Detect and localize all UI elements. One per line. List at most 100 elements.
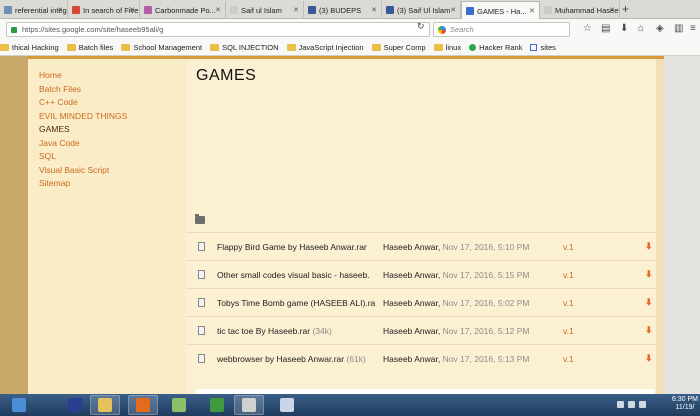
sidebar-nav-link[interactable]: SQL: [39, 150, 186, 164]
browser-tab[interactable]: Carbonmade Po... ✕: [140, 1, 226, 19]
file-size: (34k): [312, 325, 332, 336]
bookmark-item[interactable]: Super Comp: [371, 43, 426, 52]
tray-flag-icon[interactable]: [617, 401, 624, 408]
tab-strip: referential integ... ✕ In search of Five..…: [0, 0, 700, 20]
file-icon: [198, 354, 205, 363]
close-tab-icon[interactable]: ✕: [57, 6, 63, 14]
search-placeholder: Search: [450, 25, 474, 34]
firefox-icon: [136, 398, 150, 412]
taskbar-app-button[interactable]: [128, 395, 158, 415]
taskbar-app-button[interactable]: [272, 395, 302, 415]
sidebar-nav-link[interactable]: Batch Files: [39, 83, 186, 97]
bookmark-item[interactable]: linux: [433, 43, 461, 52]
menu-icon[interactable]: ≡: [690, 24, 696, 34]
address-bar[interactable]: https://sites.google.com/site/haseeb95al…: [6, 22, 430, 37]
sidebar-nav-link[interactable]: Java Code: [39, 137, 186, 151]
tray-volume-icon[interactable]: [639, 401, 646, 408]
file-icon: [198, 242, 205, 251]
browser-tab[interactable]: GAMES - Ha... ✕: [461, 1, 540, 20]
tab-favicon-icon: [308, 6, 316, 14]
bookmark-label: thical Hacking: [12, 43, 59, 52]
reading-list-icon[interactable]: ▤: [601, 24, 610, 34]
download-arrow-icon[interactable]: ⬇: [645, 353, 653, 364]
file-version-link[interactable]: v.1: [563, 242, 574, 252]
close-tab-icon[interactable]: ✕: [450, 6, 456, 14]
clock-date: 11/19/: [675, 404, 695, 411]
file-name[interactable]: tic tac toe By Haseeb.rar: [217, 326, 310, 336]
bookmark-label: School Management: [133, 43, 203, 52]
sidebar-nav-link[interactable]: C++ Code: [39, 96, 186, 110]
download-arrow-icon[interactable]: ⬇: [645, 297, 653, 308]
new-tab-button[interactable]: +: [622, 2, 629, 16]
taskbar-app-button[interactable]: [90, 395, 120, 415]
pocket-icon[interactable]: ◈: [656, 24, 664, 34]
tab-favicon-icon: [230, 6, 238, 14]
bookmarks-toolbar: thical Hacking Batch files School Manageme…: [0, 40, 700, 56]
file-version-link[interactable]: v.1: [563, 298, 574, 308]
download-arrow-icon[interactable]: ⬇: [645, 325, 653, 336]
bookmark-item[interactable]: thical Hacking: [0, 43, 59, 52]
sidebar-nav-link[interactable]: Visual Basic Script: [39, 164, 186, 178]
file-version-link[interactable]: v.1: [563, 270, 574, 280]
taskbar-app-button[interactable]: [164, 395, 194, 415]
file-link[interactable]: webbrowser by Haseeb Anwar.rar (61k): [217, 354, 383, 364]
library-icon[interactable]: ▥: [674, 24, 683, 34]
taskbar-clock[interactable]: 6:30 PM 11/19/: [672, 396, 698, 412]
bookmark-label: Hacker Rank: [479, 43, 523, 52]
file-name[interactable]: webbrowser by Haseeb Anwar.rar: [217, 354, 344, 364]
bookmark-item[interactable]: Hacker Rank: [469, 43, 522, 52]
lock-icon: [11, 26, 17, 33]
browser-tab[interactable]: referential integ... ✕: [0, 1, 68, 19]
sidebar-nav-link[interactable]: Sitemap: [39, 177, 186, 191]
home-icon[interactable]: ⌂: [638, 24, 644, 34]
file-link[interactable]: tic tac toe By Haseeb.rar (34k): [217, 326, 383, 336]
tray-network-icon[interactable]: [628, 401, 635, 408]
taskbar-app-button[interactable]: [202, 395, 232, 415]
file-name[interactable]: Other small codes visual basic - haseeb.: [217, 270, 370, 280]
bookmark-label: sites: [540, 43, 556, 52]
file-date: Nov 17, 2016, 5:15 PM: [442, 269, 530, 280]
taskbar-app-button[interactable]: [60, 395, 90, 415]
browser-tab[interactable]: In search of Five... ✕: [68, 1, 140, 19]
file-link[interactable]: Flappy Bird Game by Haseeb Anwar.rar: [217, 242, 383, 252]
file-name[interactable]: Tobys Time Bomb game (HASEEB ALI).ra: [217, 298, 375, 308]
tab-label: GAMES - Ha...: [477, 6, 527, 16]
bookmark-item[interactable]: SQL INJECTION: [210, 43, 279, 52]
downloads-icon[interactable]: ⬇: [620, 24, 628, 34]
close-tab-icon[interactable]: ✕: [129, 6, 135, 14]
taskbar-app-button[interactable]: [4, 395, 34, 415]
file-size: (61k): [346, 353, 366, 364]
bookmark-item[interactable]: JavaScript Injection: [286, 43, 364, 52]
close-tab-icon[interactable]: ✕: [529, 7, 535, 15]
close-tab-icon[interactable]: ✕: [609, 6, 615, 14]
browser-tab[interactable]: (3) Saif Ul Islam ✕: [382, 1, 461, 19]
java-icon: [242, 398, 256, 412]
search-bar[interactable]: Search: [433, 22, 570, 37]
bookmark-item[interactable]: Batch files: [66, 43, 113, 52]
file-link[interactable]: Tobys Time Bomb game (HASEEB ALI).ra: [217, 298, 383, 308]
file-link[interactable]: Other small codes visual basic - haseeb.: [217, 270, 383, 280]
download-arrow-icon[interactable]: ⬇: [645, 269, 653, 280]
sidebar-nav-link[interactable]: EVIL MINDED THINGS: [39, 110, 186, 124]
close-tab-icon[interactable]: ✕: [293, 6, 299, 14]
browser-tab[interactable]: Saif ul Islam ✕: [226, 1, 304, 19]
download-arrow-icon[interactable]: ⬇: [645, 241, 653, 252]
file-name[interactable]: Flappy Bird Game by Haseeb Anwar.rar: [217, 242, 367, 252]
file-icon: [198, 298, 205, 307]
browser-tab[interactable]: (3) BUDEPS ✕: [304, 1, 382, 19]
bookmark-item[interactable]: School Management: [121, 43, 202, 52]
sidebar-nav-link[interactable]: GAMES: [39, 123, 186, 137]
sidebar-nav-link[interactable]: Home: [39, 69, 186, 83]
star-icon[interactable]: ☆: [583, 24, 592, 34]
tab-favicon-icon: [72, 6, 80, 14]
file-uploader: Haseeb Anwar,: [383, 269, 441, 280]
close-tab-icon[interactable]: ✕: [371, 6, 377, 14]
file-row: webbrowser by Haseeb Anwar.rar (61k) Hase…: [186, 344, 656, 372]
close-tab-icon[interactable]: ✕: [215, 6, 221, 14]
taskbar-app-button[interactable]: [234, 395, 264, 415]
browser-tab[interactable]: Muhammad Haseeb...✕: [540, 1, 620, 19]
file-version-link[interactable]: v.1: [563, 354, 574, 364]
reload-icon[interactable]: ↻: [417, 21, 425, 32]
bookmark-item[interactable]: sites: [530, 43, 556, 52]
file-version-link[interactable]: v.1: [563, 326, 574, 336]
